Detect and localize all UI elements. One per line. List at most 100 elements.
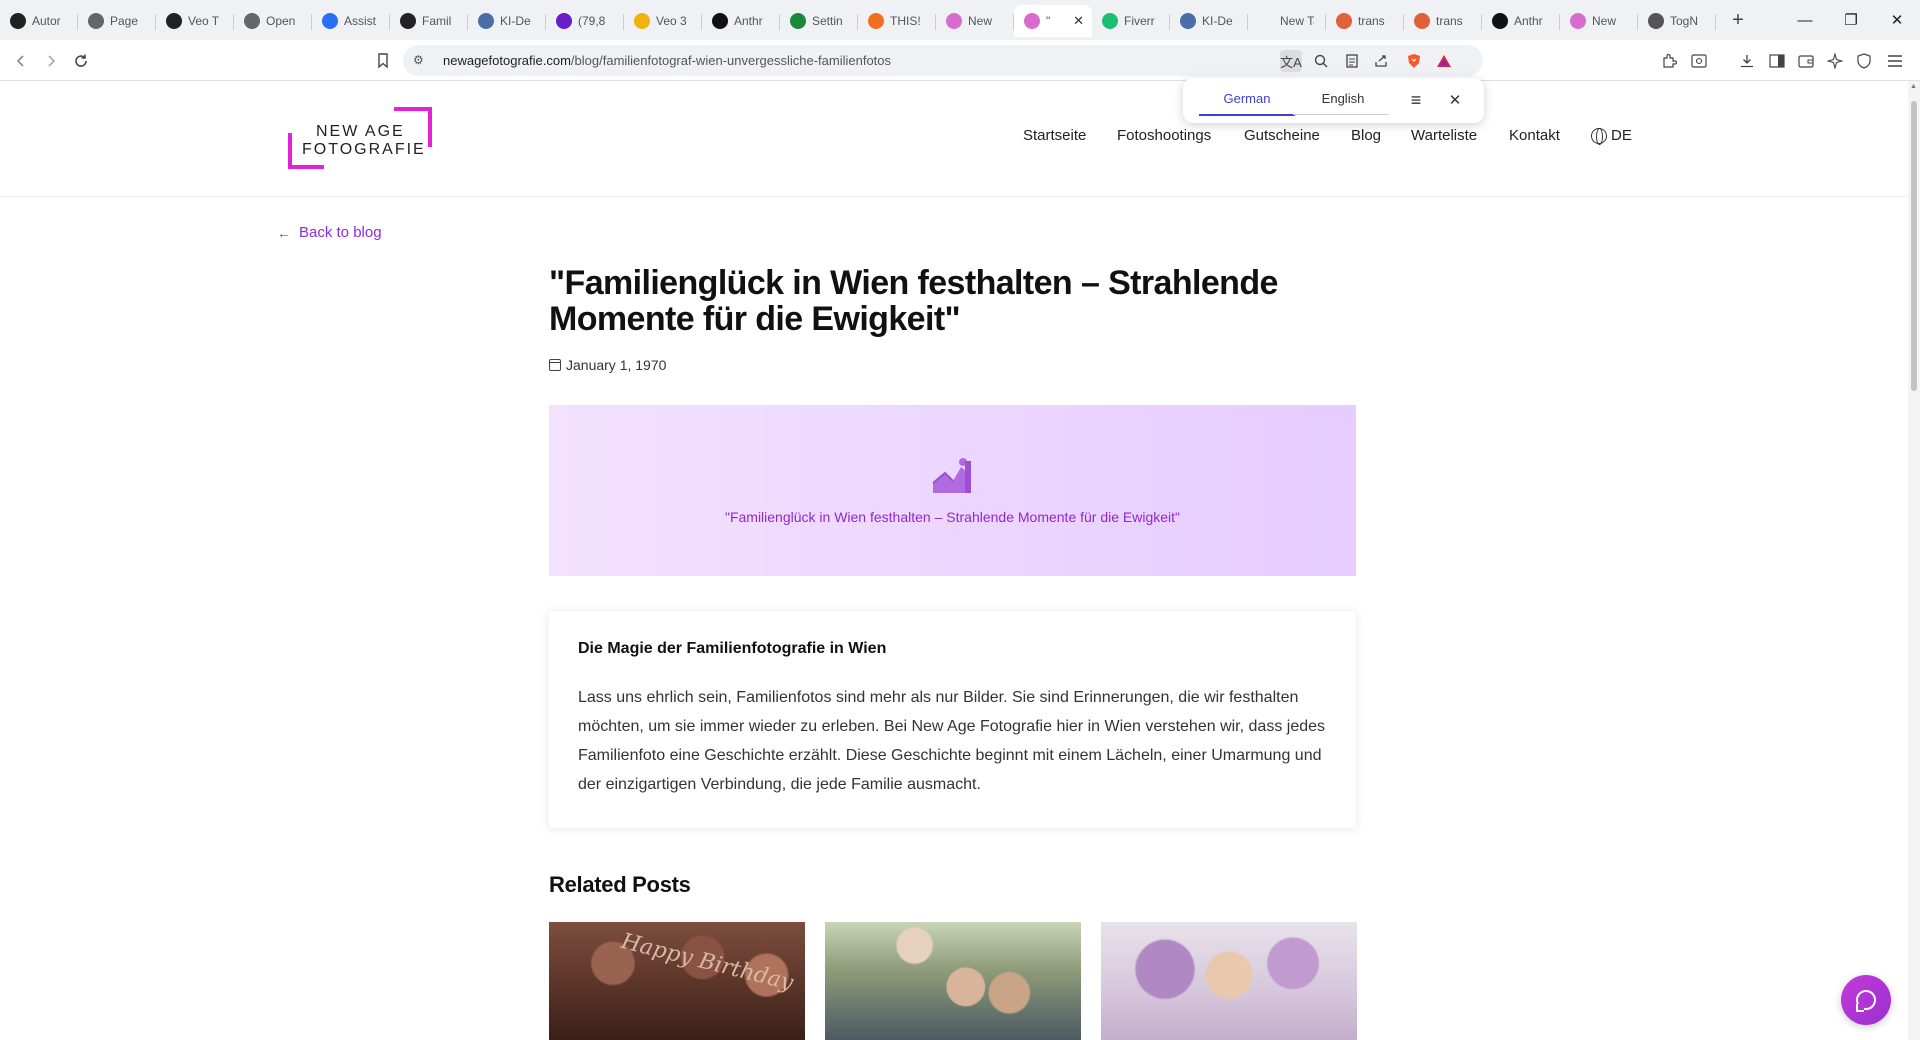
browser-tab[interactable]: Settin [780,5,858,37]
back-to-blog-link[interactable]: ← Back to blog [277,224,382,241]
bookmark-button[interactable] [372,50,394,72]
menu-icon[interactable] [1884,50,1906,72]
scrollbar-thumb[interactable] [1911,101,1917,391]
site-info-icon[interactable]: ⚙ [413,53,427,67]
browser-tab[interactable]: TogN [1638,5,1716,37]
browser-tab[interactable]: New [936,5,1014,37]
translate-target-tab[interactable]: English [1295,88,1391,116]
tab-title: New Tab [1280,14,1314,28]
sidebar-icon[interactable] [1766,50,1788,72]
brave-rewards-icon[interactable] [1433,50,1455,72]
zoom-icon[interactable] [1310,50,1332,72]
tab-close-icon[interactable]: ✕ [1073,13,1084,29]
browser-tab[interactable]: trans [1404,5,1482,37]
close-window-button[interactable]: ✕ [1874,0,1920,40]
tab-favicon-icon [868,13,884,29]
browser-tab[interactable]: Veo 3 [624,5,702,37]
restore-button[interactable]: ❐ [1828,0,1874,40]
browser-tab[interactable]: THIS! [858,5,936,37]
tab-favicon-icon [1180,13,1196,29]
browser-tab[interactable]: Assist [312,5,390,37]
minimize-button[interactable]: — [1782,0,1828,40]
article-date-text: January 1, 1970 [566,357,667,373]
image-placeholder-icon [932,458,971,493]
translate-source-tab[interactable]: German [1199,88,1295,116]
vpn-icon[interactable] [1853,50,1875,72]
url-host: newagefotografie.com [443,53,571,68]
browser-tab[interactable]: Fiverr [1092,5,1170,37]
nav-kontakt[interactable]: Kontakt [1509,127,1560,144]
tab-favicon-icon [634,13,650,29]
tab-title: KI-De [1202,14,1233,28]
new-tab-button[interactable]: + [1722,4,1754,36]
url-path: /blog/familienfotograf-wien-unvergesslic… [570,53,892,68]
browser-tab[interactable]: Autor [0,5,78,37]
article-title: "Familienglück in Wien festhalten – Stra… [549,264,1278,338]
related-post-baby[interactable] [1101,922,1357,1040]
tab-favicon-icon [1336,13,1352,29]
browser-tab[interactable]: New [1560,5,1638,37]
browser-tab[interactable]: Anthr [1482,5,1560,37]
wallet-icon[interactable] [1795,50,1817,72]
share-icon[interactable] [1370,50,1392,72]
browser-tab[interactable]: New Tab [1248,5,1326,37]
url-text[interactable]: newagefotografie.com/blog/familienfotogr… [443,53,891,68]
tab-favicon-icon [400,13,416,29]
reload-button[interactable] [70,50,92,72]
browser-tab[interactable]: KI-De [1170,5,1248,37]
web-page: NEW AGE FOTOGRAFIE Startseite Fotoshooti… [0,81,1908,1040]
downloads-icon[interactable] [1736,50,1758,72]
tab-title: TogN [1670,14,1699,28]
tab-title: trans [1436,14,1463,28]
language-switcher[interactable]: DE [1591,127,1632,145]
scroll-up-icon[interactable]: ▲ [1910,83,1917,90]
address-bar[interactable]: ⚙ newagefotografie.com/blog/familienfoto… [403,45,1483,76]
page-scrollbar[interactable]: ▲ [1908,81,1920,1040]
browser-tab[interactable]: Open [234,5,312,37]
extensions-icon[interactable] [1658,50,1680,72]
related-post-birthday-cake[interactable]: Happy Birthday [549,922,805,1040]
browser-tab[interactable]: Anthr [702,5,780,37]
browser-tab[interactable]: Famil [390,5,468,37]
reader-mode-icon[interactable] [1341,50,1363,72]
browser-tab[interactable]: Veo T [156,5,234,37]
logo-line-2: FOTOGRAFIE [302,141,426,158]
hamburger-menu-icon[interactable]: ≡ [1405,90,1427,112]
close-icon[interactable]: ✕ [1445,90,1465,112]
related-post-family[interactable] [825,922,1081,1040]
tab-title: New [1592,14,1617,28]
brave-shields-icon[interactable] [1403,50,1425,72]
forward-button[interactable] [40,50,62,72]
tab-search-icon[interactable] [1688,50,1710,72]
language-code: DE [1611,127,1632,144]
chat-button[interactable] [1841,975,1891,1025]
nav-startseite[interactable]: Startseite [1023,127,1086,144]
site-logo[interactable]: NEW AGE FOTOGRAFIE [288,107,434,173]
tab-favicon-icon [1258,13,1274,29]
tab-title: THIS! [890,14,921,28]
tab-favicon-icon [88,13,104,29]
tab-favicon-icon [244,13,260,29]
browser-tab[interactable]: KI-De [468,5,546,37]
tab-title: KI-De [500,14,531,28]
tab-favicon-icon [1570,13,1586,29]
tab-title: New [968,14,993,28]
translate-icon[interactable]: 文A [1280,50,1302,72]
tab-favicon-icon [790,13,806,29]
tab-title: Assist [344,14,377,28]
back-button[interactable] [10,50,32,72]
nav-fotoshootings[interactable]: Fotoshootings [1117,127,1211,144]
browser-tab[interactable]: (79,8 [546,5,624,37]
browser-tab[interactable]: Page [78,5,156,37]
nav-blog[interactable]: Blog [1351,127,1381,144]
browser-tab[interactable]: " ✕ [1014,5,1092,37]
nav-gutscheine[interactable]: Gutscheine [1244,127,1320,144]
browser-tab[interactable]: trans [1326,5,1404,37]
tab-favicon-icon [712,13,728,29]
browser-toolbar: ⚙ newagefotografie.com/blog/familienfoto… [0,40,1920,81]
tab-title: Anthr [734,14,763,28]
tab-favicon-icon [1648,13,1664,29]
nav-warteliste[interactable]: Warteliste [1411,127,1477,144]
tab-title: Settin [812,14,843,28]
leo-ai-icon[interactable] [1824,50,1846,72]
